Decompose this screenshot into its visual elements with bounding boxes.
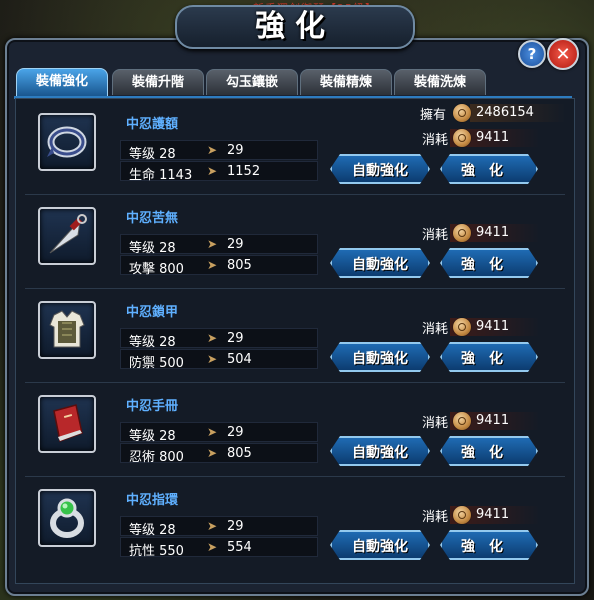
coin-icon bbox=[453, 412, 471, 430]
tab-equip-upgrade[interactable]: 裝備升階 bbox=[112, 69, 204, 95]
enhance-button[interactable]: 強化 bbox=[440, 154, 538, 184]
list-item: 中忍鎖甲 等级 28 ➤ 29 防禦 500 ➤ 504 消耗 9411 自動強… bbox=[38, 301, 578, 395]
stat-label: 防禦 500 bbox=[129, 356, 184, 371]
level-next: 29 bbox=[227, 519, 244, 534]
list-item: 中忍手冊 等级 28 ➤ 29 忍術 800 ➤ 805 消耗 9411 自動強… bbox=[38, 395, 578, 489]
level-next: 29 bbox=[227, 143, 244, 158]
enhance-button[interactable]: 強化 bbox=[440, 342, 538, 372]
vest-icon[interactable] bbox=[38, 301, 96, 359]
level-row: 等级 28 ➤ 29 bbox=[120, 234, 318, 256]
level-row: 等级 28 ➤ 29 bbox=[120, 516, 318, 538]
cost-value: 9411 bbox=[476, 413, 510, 428]
enhance-button[interactable]: 強化 bbox=[440, 248, 538, 278]
coin-icon bbox=[453, 318, 471, 336]
question-icon: ? bbox=[527, 45, 537, 63]
title-plate: 強化 bbox=[175, 5, 415, 49]
cost-label: 消耗 bbox=[422, 510, 449, 525]
item-name: 中忍手冊 bbox=[126, 399, 179, 414]
tab-equip-enhance[interactable]: 裝備強化 bbox=[16, 68, 108, 96]
stat-label: 抗性 550 bbox=[129, 544, 184, 559]
cost-label: 消耗 bbox=[422, 133, 449, 148]
help-button[interactable]: ? bbox=[518, 40, 546, 68]
stat-next: 504 bbox=[227, 352, 252, 367]
arrow-right-icon: ➤ bbox=[207, 164, 218, 178]
arrow-right-icon: ➤ bbox=[207, 143, 218, 157]
level-next: 29 bbox=[227, 425, 244, 440]
item-name: 中忍指環 bbox=[126, 493, 179, 508]
auto-enhance-button[interactable]: 自動強化 bbox=[330, 342, 430, 372]
item-name: 中忍鎖甲 bbox=[126, 305, 179, 320]
stat-row: 生命 1143 ➤ 1152 bbox=[120, 161, 318, 183]
cost-value: 9411 bbox=[476, 507, 510, 522]
cost-label: 消耗 bbox=[422, 416, 449, 431]
arrow-right-icon: ➤ bbox=[207, 540, 218, 554]
item-name: 中忍苦無 bbox=[126, 211, 179, 226]
list-item: 中忍苦無 等级 28 ➤ 29 攻擊 800 ➤ 805 消耗 9411 自動強… bbox=[38, 207, 578, 301]
arrow-right-icon: ➤ bbox=[207, 352, 218, 366]
coin-icon bbox=[453, 506, 471, 524]
ring-icon[interactable] bbox=[38, 489, 96, 547]
close-icon: ✕ bbox=[555, 43, 571, 65]
close-button[interactable]: ✕ bbox=[547, 38, 579, 70]
auto-enhance-button[interactable]: 自動強化 bbox=[330, 154, 430, 184]
level-label: 等级 28 bbox=[129, 523, 176, 538]
stat-next: 805 bbox=[227, 258, 252, 273]
cost-label: 消耗 bbox=[422, 228, 449, 243]
stat-row: 抗性 550 ➤ 554 bbox=[120, 537, 318, 559]
stat-row: 防禦 500 ➤ 504 bbox=[120, 349, 318, 371]
cost-value: 9411 bbox=[476, 225, 510, 240]
coin-icon bbox=[453, 129, 471, 147]
arrow-right-icon: ➤ bbox=[207, 258, 218, 272]
stat-next: 805 bbox=[227, 446, 252, 461]
level-label: 等级 28 bbox=[129, 429, 176, 444]
level-label: 等级 28 bbox=[129, 335, 176, 350]
arrow-right-icon: ➤ bbox=[207, 237, 218, 251]
item-name: 中忍護額 bbox=[126, 117, 179, 132]
list-item: 中忍護額 等级 28 ➤ 29 生命 1143 ➤ 1152 消耗 9411 自… bbox=[38, 113, 578, 207]
cost-value: 9411 bbox=[476, 319, 510, 334]
cost-value: 9411 bbox=[476, 130, 510, 145]
enhance-button[interactable]: 強化 bbox=[440, 436, 538, 466]
stat-row: 忍術 800 ➤ 805 bbox=[120, 443, 318, 465]
list-item: 中忍指環 等级 28 ➤ 29 抗性 550 ➤ 554 消耗 9411 自動強… bbox=[38, 489, 578, 583]
auto-enhance-button[interactable]: 自動強化 bbox=[330, 530, 430, 560]
enhance-button[interactable]: 強化 bbox=[440, 530, 538, 560]
level-label: 等级 28 bbox=[129, 241, 176, 256]
stat-label: 生命 1143 bbox=[129, 168, 193, 183]
window-title: 強化 bbox=[255, 9, 335, 44]
level-row: 等级 28 ➤ 29 bbox=[120, 328, 318, 350]
level-next: 29 bbox=[227, 331, 244, 346]
cost-label: 消耗 bbox=[422, 322, 449, 337]
arrow-right-icon: ➤ bbox=[207, 425, 218, 439]
tab-magatama-inlay[interactable]: 勾玉鑲嵌 bbox=[206, 69, 298, 95]
level-row: 等级 28 ➤ 29 bbox=[120, 140, 318, 162]
tab-equip-reforge[interactable]: 裝備洗煉 bbox=[394, 69, 486, 95]
coin-icon bbox=[453, 224, 471, 242]
auto-enhance-button[interactable]: 自動強化 bbox=[330, 248, 430, 278]
headband-icon[interactable] bbox=[38, 113, 96, 171]
book-icon[interactable] bbox=[38, 395, 96, 453]
stat-label: 攻擊 800 bbox=[129, 262, 184, 277]
level-next: 29 bbox=[227, 237, 244, 252]
stat-label: 忍術 800 bbox=[129, 450, 184, 465]
arrow-right-icon: ➤ bbox=[207, 331, 218, 345]
tab-equip-refine[interactable]: 裝備精煉 bbox=[300, 69, 392, 95]
kunai-icon[interactable] bbox=[38, 207, 96, 265]
stat-row: 攻擊 800 ➤ 805 bbox=[120, 255, 318, 277]
auto-enhance-button[interactable]: 自動強化 bbox=[330, 436, 430, 466]
level-row: 等级 28 ➤ 29 bbox=[120, 422, 318, 444]
stat-next: 554 bbox=[227, 540, 252, 555]
arrow-right-icon: ➤ bbox=[207, 519, 218, 533]
arrow-right-icon: ➤ bbox=[207, 446, 218, 460]
stat-next: 1152 bbox=[227, 164, 261, 179]
level-label: 等级 28 bbox=[129, 147, 176, 162]
